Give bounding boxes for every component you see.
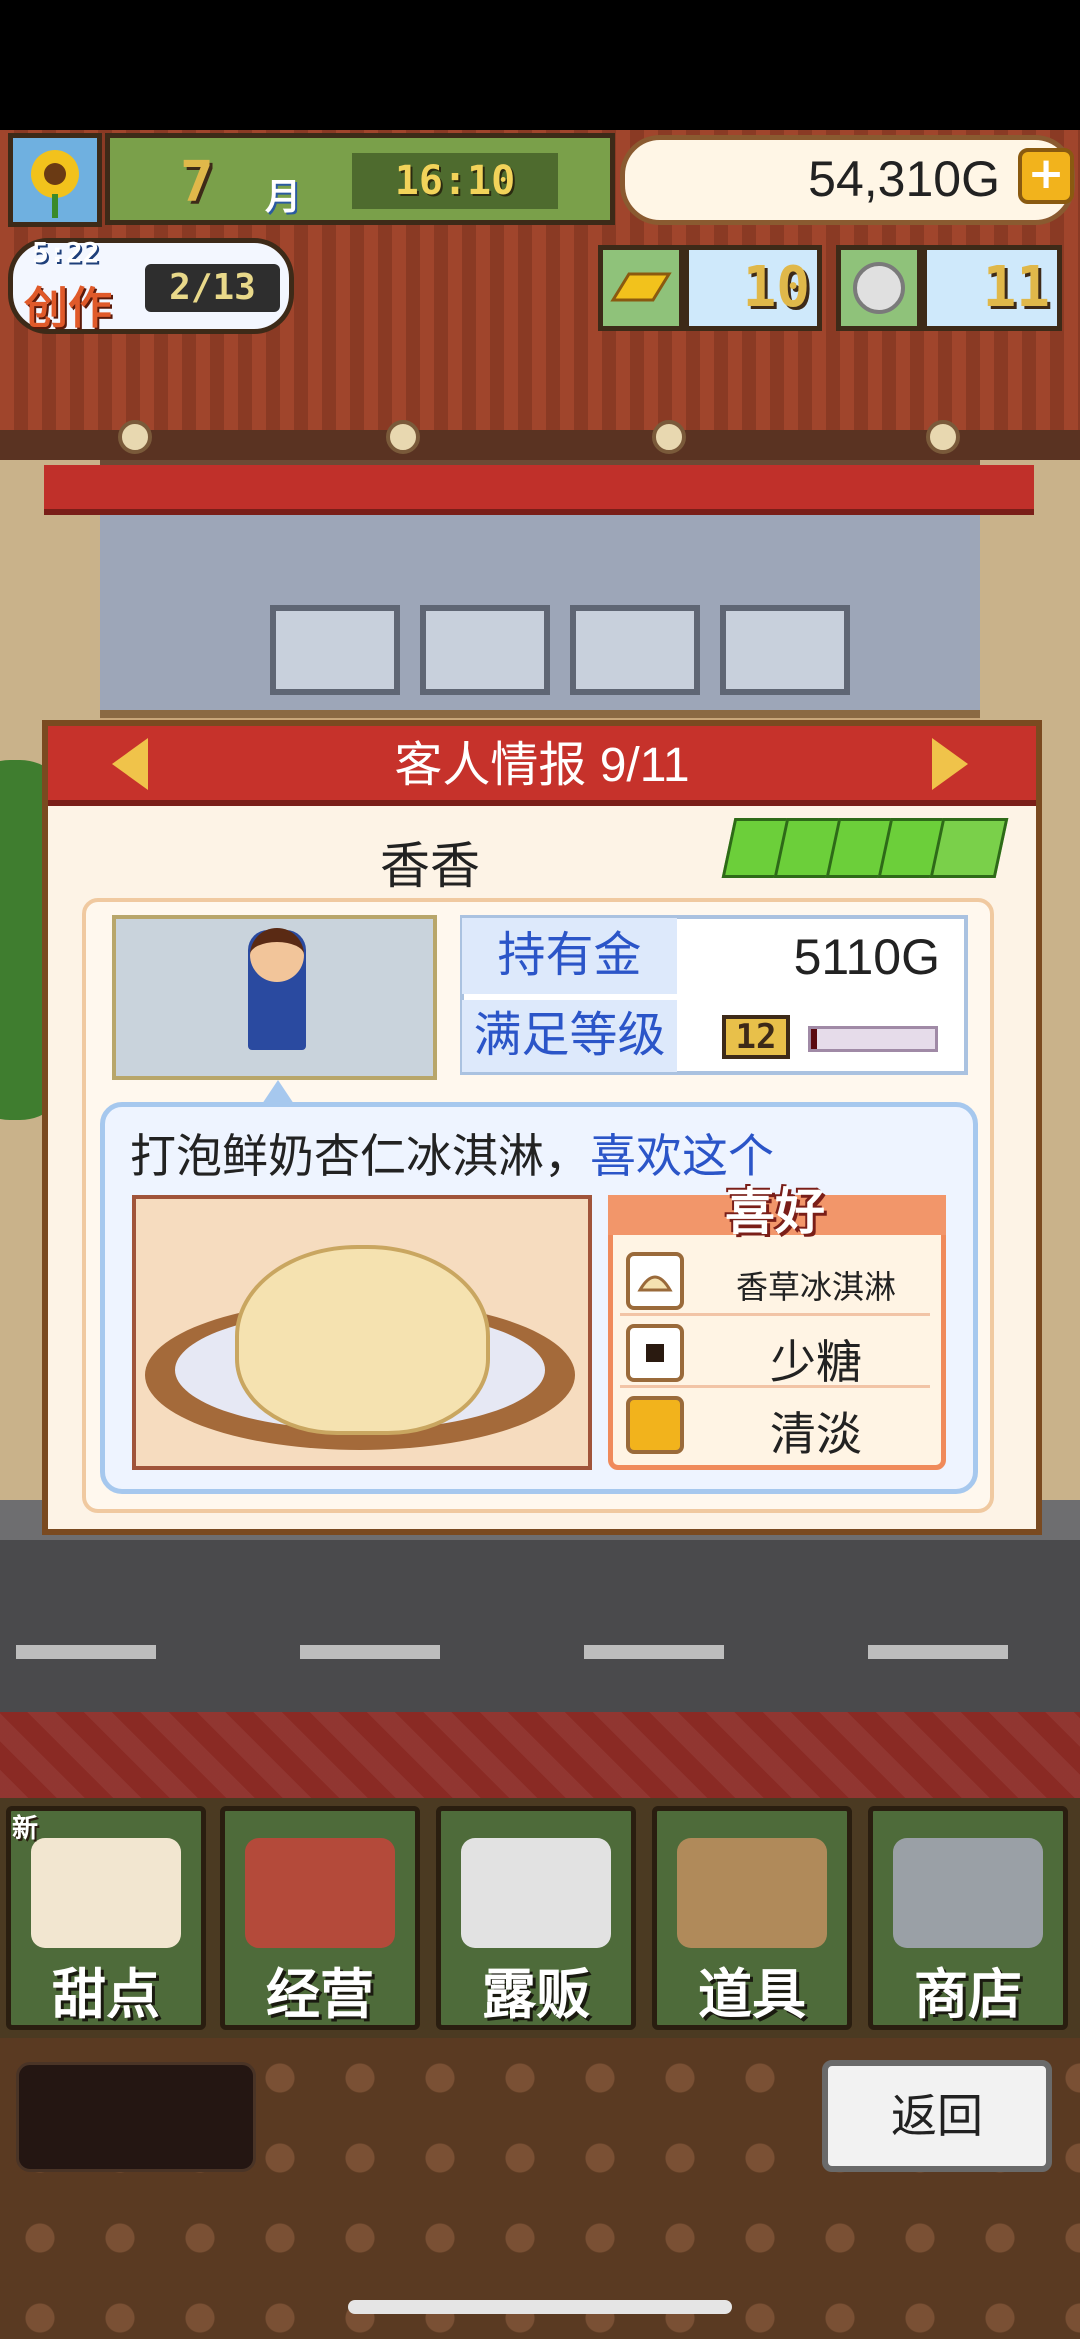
affection-hearts — [721, 818, 1009, 884]
lamp-icon — [652, 420, 686, 454]
preferences-title: 喜好 — [725, 1183, 825, 1241]
panel-title: 客人情报 9/11 — [394, 739, 690, 792]
tools-icon — [677, 1838, 827, 1948]
message-box — [16, 2062, 256, 2172]
coin-count: 11 — [982, 255, 1050, 320]
gold-bar-icon — [598, 245, 684, 331]
previous-arrow-icon[interactable] — [112, 738, 148, 790]
road-dash — [584, 1645, 724, 1659]
add-gold-button[interactable]: + — [1018, 148, 1074, 204]
road — [0, 1540, 1080, 1720]
shop-icon — [245, 1838, 395, 1948]
sunflower-icon[interactable] — [8, 133, 102, 227]
speech-tail — [262, 1080, 294, 1104]
back-button[interactable]: 返回 — [822, 2060, 1052, 2172]
craft-timer: 5:22 — [32, 236, 100, 269]
home-indicator[interactable] — [348, 2300, 732, 2314]
coin-icon — [836, 245, 922, 331]
road-dash — [868, 1645, 1008, 1659]
menu-label: 甜点 — [52, 1965, 160, 2025]
preference-label: 少糖 — [770, 1336, 862, 1388]
menu-label: 商店 — [914, 1965, 1022, 2025]
truck-icon — [461, 1838, 611, 1948]
lamp-icon — [386, 420, 420, 454]
satisfaction-bar-fill — [811, 1029, 817, 1049]
oven-icon — [420, 605, 550, 695]
preference-label: 清淡 — [770, 1408, 862, 1460]
gold-bar-count: 10 — [742, 255, 810, 320]
cart-icon — [893, 1838, 1043, 1948]
oven-icon — [570, 605, 700, 695]
cake-icon — [31, 1838, 181, 1948]
lamp-icon — [926, 420, 960, 454]
oven-icon — [720, 605, 850, 695]
menu-label: 露贩 — [482, 1965, 590, 2025]
customer-head — [250, 928, 304, 982]
ice-cream-icon — [626, 1252, 684, 1310]
lamp-icon — [118, 420, 152, 454]
menu-label: 道具 — [698, 1965, 806, 2025]
satisfaction-bar — [808, 1026, 938, 1052]
next-arrow-icon[interactable] — [932, 738, 968, 790]
gift-icon — [929, 818, 1009, 878]
status-bar — [0, 0, 1080, 130]
customer-name: 香香 — [380, 838, 480, 894]
ice-cream-scoop — [235, 1245, 490, 1435]
speech-text: 打泡鲜奶杏仁冰淇淋，喜欢这个 — [130, 1120, 774, 1186]
roof-band — [0, 430, 1080, 460]
gold-amount: 54,310G — [808, 151, 1000, 207]
money-value: 5110G — [793, 929, 940, 985]
decor-strip — [0, 1712, 1080, 1798]
satisfaction-label: 满足等级 — [473, 1009, 666, 1062]
road-dash — [300, 1645, 440, 1659]
month-number: 7 — [180, 150, 214, 215]
preference-label: 香草冰淇淋 — [735, 1269, 896, 1305]
menu-label: 经营 — [266, 1965, 374, 2025]
new-badge: 新 — [12, 1814, 39, 1844]
square-icon — [626, 1324, 684, 1382]
road-dash — [16, 1645, 156, 1659]
oven-icon — [270, 605, 400, 695]
satisfaction-level: 12 — [722, 1015, 790, 1059]
game-time: 16:10 — [394, 158, 516, 204]
money-label: 持有金 — [497, 929, 642, 982]
favorite-dessert: 打泡鲜奶杏仁冰淇淋， — [130, 1130, 590, 1182]
month-unit: 月 — [265, 177, 302, 218]
craft-label: 创作 — [24, 283, 112, 334]
awning — [44, 465, 1034, 515]
block-icon — [626, 1396, 684, 1454]
craft-count: 2/13 — [145, 264, 280, 312]
